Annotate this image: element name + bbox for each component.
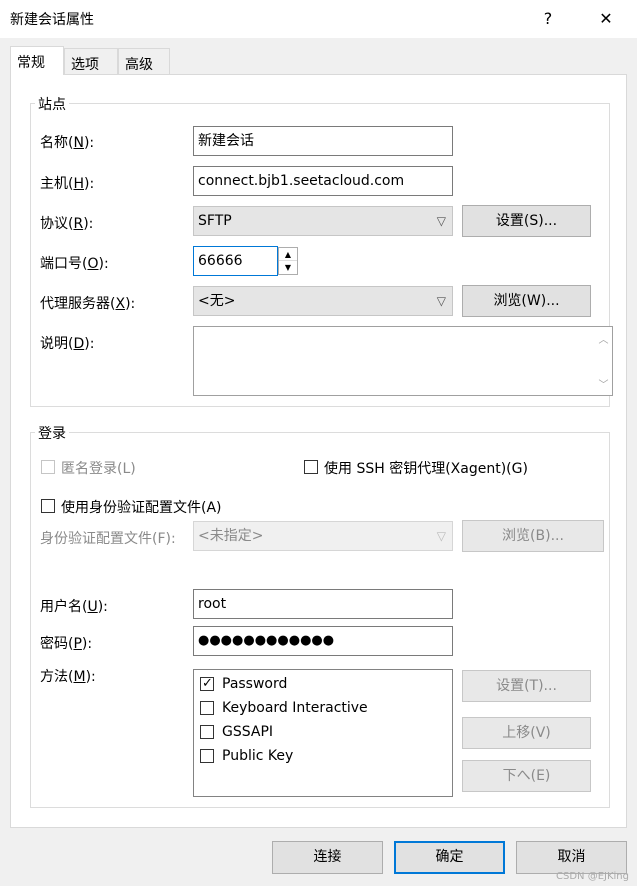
proxy-label: 代理服务器(X):: [40, 296, 136, 312]
use-profile-checkbox[interactable]: [41, 499, 55, 513]
method-label-keyboard: Keyboard Interactive: [222, 700, 368, 716]
ssh-agent-checkbox[interactable]: [304, 460, 318, 474]
proxy-browse-button[interactable]: 浏览(W)...: [462, 285, 591, 317]
move-up-button[interactable]: 上移(V): [462, 717, 591, 749]
help-button[interactable]: ?: [525, 0, 571, 38]
stepper-up-icon[interactable]: ▲: [279, 248, 297, 261]
port-stepper[interactable]: ▲ ▼: [278, 247, 298, 275]
username-input[interactable]: root: [193, 589, 453, 619]
tab-options[interactable]: 选项: [64, 48, 118, 75]
chevron-down-icon: ▽: [436, 214, 446, 228]
site-group-title: 站点: [35, 94, 69, 114]
name-input[interactable]: 新建会话: [193, 126, 453, 156]
chevron-down-icon: ▽: [436, 529, 446, 543]
publickey-method-checkbox[interactable]: [200, 749, 214, 763]
scroll-up-icon[interactable]: ︿: [595, 331, 612, 346]
title-bar: 新建会话属性 ? ✕: [0, 0, 637, 38]
password-input[interactable]: ●●●●●●●●●●●●: [193, 626, 453, 656]
tab-general[interactable]: 常规: [10, 46, 64, 75]
method-list[interactable]: ✓ Password Keyboard Interactive GSSAPI P…: [193, 669, 453, 797]
window-title: 新建会话属性: [10, 12, 94, 28]
method-label-password: Password: [222, 676, 288, 692]
password-label: 密码(P):: [40, 636, 93, 652]
close-icon: ✕: [599, 9, 613, 28]
check-icon: ✓: [202, 676, 213, 691]
username-label: 用户名(U):: [40, 599, 108, 615]
port-input[interactable]: 66666: [193, 246, 278, 276]
description-label: 说明(D):: [40, 336, 95, 352]
profile-browse-button[interactable]: 浏览(B)...: [462, 520, 604, 552]
proxy-select[interactable]: <无> ▽: [193, 286, 453, 316]
method-item-password[interactable]: ✓ Password: [200, 674, 287, 694]
port-label: 端口号(O):: [40, 256, 109, 272]
ok-button[interactable]: 确定: [394, 841, 505, 874]
method-label-publickey: Public Key: [222, 748, 294, 764]
close-button[interactable]: ✕: [583, 0, 629, 38]
profile-select[interactable]: <未指定> ▽: [193, 521, 453, 551]
name-label: 名称(N):: [40, 135, 95, 151]
scrollbar[interactable]: ︿ ﹀: [595, 327, 612, 395]
gssapi-method-checkbox[interactable]: [200, 725, 214, 739]
anonymous-label: 匿名登录(L): [61, 461, 136, 477]
move-down-button[interactable]: 下へ(E): [462, 760, 591, 792]
cancel-button[interactable]: 取消: [516, 841, 627, 874]
chevron-down-icon: ▽: [436, 294, 446, 308]
protocol-select[interactable]: SFTP ▽: [193, 206, 453, 236]
protocol-label: 协议(R):: [40, 216, 94, 232]
settings-button[interactable]: 设置(S)...: [462, 205, 591, 237]
scroll-down-icon[interactable]: ﹀: [595, 376, 612, 391]
keyboard-method-checkbox[interactable]: [200, 701, 214, 715]
stepper-down-icon[interactable]: ▼: [279, 261, 297, 274]
tab-advanced[interactable]: 高级: [118, 48, 170, 75]
profile-label: 身份验证配置文件(F):: [40, 531, 176, 547]
method-item-gssapi[interactable]: GSSAPI: [200, 722, 273, 742]
ssh-agent-label: 使用 SSH 密钥代理(Xagent)(G): [324, 461, 528, 477]
description-textarea[interactable]: ︿ ﹀: [193, 326, 613, 396]
anonymous-checkbox[interactable]: [41, 460, 55, 474]
connect-button[interactable]: 连接: [272, 841, 383, 874]
login-group-title: 登录: [35, 423, 69, 443]
method-label: 方法(M):: [40, 669, 96, 685]
method-settings-button[interactable]: 设置(T)...: [462, 670, 591, 702]
use-profile-label: 使用身份验证配置文件(A): [61, 500, 222, 516]
method-item-publickey[interactable]: Public Key: [200, 746, 293, 766]
host-label: 主机(H):: [40, 176, 95, 192]
method-item-keyboard[interactable]: Keyboard Interactive: [200, 698, 368, 718]
method-label-gssapi: GSSAPI: [222, 724, 274, 740]
host-input[interactable]: connect.bjb1.seetacloud.com: [193, 166, 453, 196]
password-method-checkbox[interactable]: ✓: [200, 676, 214, 691]
watermark: CSDN @EJKing: [556, 871, 629, 882]
